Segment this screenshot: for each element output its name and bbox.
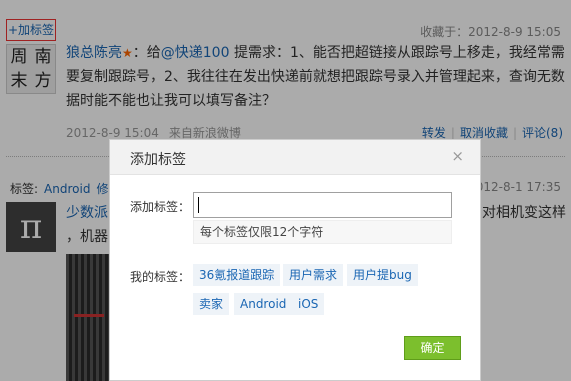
tag-input[interactable] [193, 192, 452, 218]
my-tags-label: 我的标签： [130, 270, 191, 284]
dialog-header: 添加标签 × [110, 140, 480, 175]
add-tag-dialog: 添加标签 × 添加标签： 每个标签仅限12个字符 我的标签： 36氪报道跟踪 用… [109, 139, 481, 381]
tag-chip[interactable]: iOS [292, 293, 325, 315]
tag-chip[interactable]: Android [234, 293, 293, 315]
add-tag-label: 添加标签： [130, 200, 191, 214]
text-caret [198, 197, 199, 213]
confirm-button[interactable]: 确定 [404, 336, 461, 360]
tag-chip[interactable]: 卖家 [193, 293, 230, 315]
close-icon[interactable]: × [451, 147, 464, 165]
tag-chip[interactable]: 36氪报道跟踪 [193, 264, 281, 286]
tag-hint: 每个标签仅限12个字符 [193, 220, 452, 244]
dialog-title: 添加标签 [130, 152, 186, 168]
tag-chip[interactable]: 用户提bug [347, 264, 418, 286]
tag-chip[interactable]: 用户需求 [283, 264, 344, 286]
